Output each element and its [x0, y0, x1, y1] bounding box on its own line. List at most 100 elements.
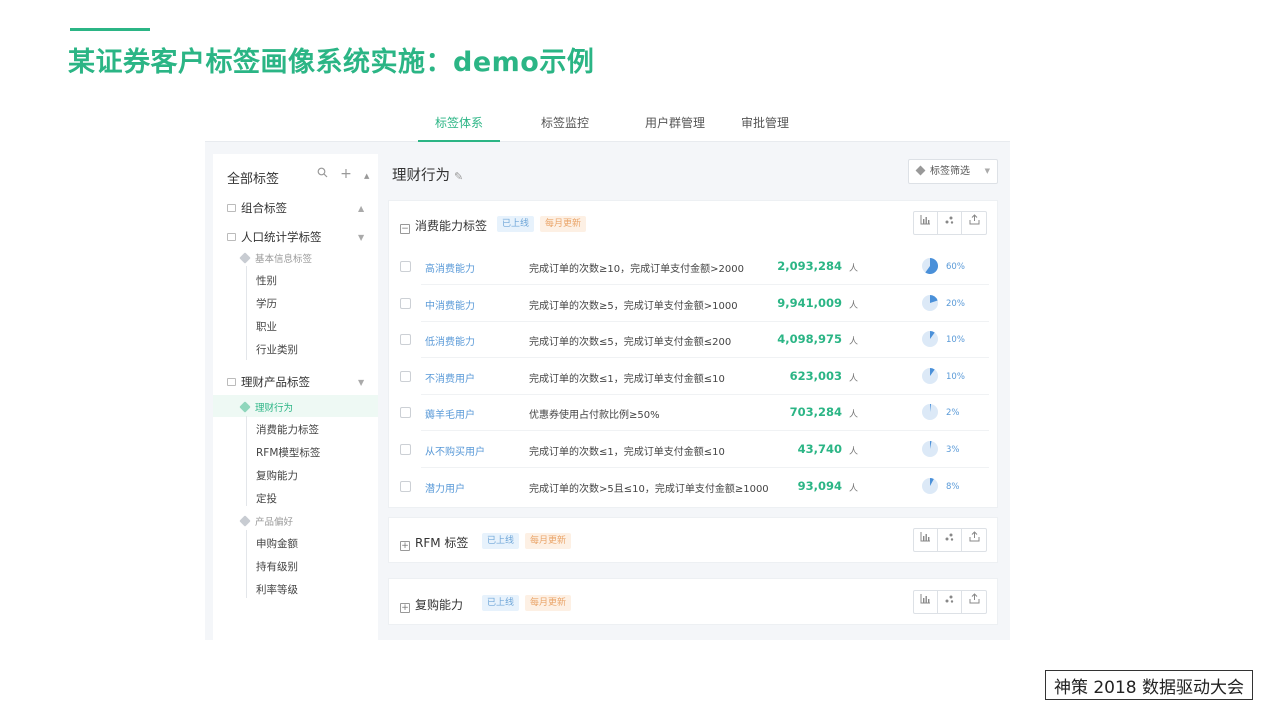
tag-value-row[interactable]: 从不购买用户 完成订单的次数≤1，完成订单支付金额≤10 43,740 人 3% — [389, 432, 999, 468]
export-icon[interactable] — [962, 529, 986, 551]
folder-icon — [227, 204, 236, 212]
user-count-unit: 人 — [849, 300, 859, 311]
collapse-icon[interactable]: − — [400, 224, 410, 234]
sidebar-item-rfm[interactable]: RFM模型标签 — [256, 445, 320, 460]
pie-icon — [922, 441, 938, 461]
tag-value-name[interactable]: 高消费能力 — [425, 260, 475, 275]
user-count: 623,003 — [789, 368, 842, 383]
pencil-icon[interactable]: ✎ — [454, 170, 463, 183]
page-title-text: 理财行为 — [392, 168, 450, 184]
sidebar-item-wealth-behavior[interactable]: 理财行为 — [239, 400, 293, 414]
bar-chart-icon[interactable] — [914, 591, 938, 613]
user-count: 43,740 — [797, 442, 842, 456]
scatter-icon[interactable] — [938, 212, 962, 234]
slide-title: 某证券客户标签画像系统实施：demo示例 — [68, 47, 595, 78]
sidebar-group-wealth-product[interactable]: 理财产品标签 — [227, 374, 310, 390]
user-count: 2,093,284 — [777, 259, 842, 273]
tag-value-row[interactable]: 低消费能力 完成订单的次数≤5，完成订单支付金额≤200 4,098,975 人 10% — [389, 322, 999, 359]
expand-icon[interactable]: + — [400, 541, 410, 551]
tag-filter-button[interactable]: 标签筛选 ▼ — [908, 159, 998, 184]
scatter-icon[interactable] — [938, 591, 962, 613]
card-title[interactable]: + 复购能力 — [400, 596, 463, 613]
pie-icon — [922, 367, 938, 388]
card-actions — [913, 590, 987, 614]
row-checkbox[interactable] — [400, 261, 411, 272]
bar-chart-icon[interactable] — [914, 212, 938, 234]
percentage-label: 2% — [946, 408, 960, 419]
row-checkbox[interactable] — [400, 297, 411, 309]
tag-value-row[interactable]: 薅羊毛用户 优惠券使用占付款比例≥50% 703,284 人 2% — [389, 395, 999, 432]
tag-value-row[interactable]: 中消费能力 完成订单的次数≥5，完成订单支付金额>1000 9,941,009 人 20… — [389, 286, 999, 322]
tab-approval[interactable]: 审批管理 — [730, 106, 800, 142]
percentage-label: 60% — [946, 262, 965, 272]
sidebar-group-label: 组合标签 — [241, 201, 287, 215]
status-badge-online: 已上线 — [482, 595, 520, 611]
tag-value-name[interactable]: 不消费用户 — [425, 370, 475, 385]
tag-value-name[interactable]: 低消费能力 — [425, 333, 475, 348]
tag-icon — [915, 165, 926, 176]
sidebar-item-repurchase[interactable]: 复购能力 — [256, 468, 298, 483]
tag-value-name[interactable]: 潜力用户 — [425, 480, 465, 495]
tag-rule: 完成订单的次数≥5，完成订单支付金额>1000 — [529, 300, 738, 312]
row-checkbox[interactable] — [400, 334, 411, 346]
tab-tag-monitor[interactable]: 标签监控 — [525, 106, 605, 142]
export-icon[interactable] — [962, 591, 986, 613]
card-title-text: 复购能力 — [415, 598, 464, 612]
pie-icon — [922, 477, 938, 498]
tag-value-name[interactable]: 从不购买用户 — [425, 443, 485, 458]
expand-icon[interactable]: + — [400, 603, 410, 613]
tag-value-name[interactable]: 中消费能力 — [425, 297, 475, 312]
sidebar-item-consumption[interactable]: 消费能力标签 — [256, 422, 319, 437]
row-checkbox[interactable] — [400, 370, 411, 382]
folder-icon — [227, 233, 236, 241]
plus-icon[interactable]: + — [340, 167, 352, 181]
user-count: 9,941,009 — [777, 295, 842, 310]
sidebar-item-rate-level[interactable]: 利率等级 — [256, 582, 298, 597]
tag-rule: 完成订单的次数≥10，完成订单支付金额>2000 — [529, 264, 744, 275]
sidebar-item-occupation[interactable]: 职业 — [256, 319, 277, 334]
search-icon[interactable] — [317, 167, 328, 182]
row-checkbox[interactable] — [400, 444, 411, 455]
sidebar-group-demographic[interactable]: 人口统计学标签 — [227, 229, 322, 245]
sidebar-item-purchase-amount[interactable]: 申购金额 — [256, 536, 298, 551]
pie-icon — [922, 331, 938, 351]
card-title[interactable]: + RFM 标签 — [400, 534, 468, 551]
bar-chart-icon[interactable] — [914, 529, 938, 551]
caret-up-icon[interactable]: ▲ — [358, 204, 364, 213]
sidebar-item-holding-level[interactable]: 持有级别 — [256, 559, 298, 574]
scatter-icon[interactable] — [938, 529, 962, 551]
status-badge-monthly: 每月更新 — [525, 595, 572, 611]
export-icon[interactable] — [962, 212, 986, 234]
status-badge-online: 已上线 — [482, 533, 520, 549]
pie-icon — [922, 404, 938, 424]
sidebar-active-highlight — [213, 395, 378, 417]
sidebar-item-education[interactable]: 学历 — [256, 296, 277, 311]
row-checkbox[interactable] — [400, 407, 411, 419]
sidebar-sub-product-pref[interactable]: 产品偏好 — [239, 514, 293, 528]
percentage-label: 3% — [946, 445, 960, 455]
sidebar-group-combo[interactable]: 组合标签 — [227, 200, 287, 216]
tag-value-row[interactable]: 不消费用户 完成订单的次数≤1，完成订单支付金额≤10 623,003 人 10% — [389, 359, 999, 395]
percentage-label: 10% — [946, 371, 965, 382]
caret-up-icon[interactable]: ▲ — [364, 172, 369, 180]
row-checkbox[interactable] — [400, 480, 411, 492]
tag-value-row[interactable]: 高消费能力 完成订单的次数≥10，完成订单支付金额>2000 2,093,284 人 6… — [389, 249, 999, 285]
sidebar-title: 全部标签 — [227, 172, 280, 187]
top-nav: 标签体系 标签监控 用户群管理 审批管理 — [205, 106, 1010, 142]
card-title[interactable]: − 消费能力标签 — [400, 217, 487, 234]
sidebar-item-industry[interactable]: 行业类别 — [256, 342, 298, 357]
sidebar-item-fixed-invest[interactable]: 定投 — [256, 491, 277, 506]
tag-rule: 完成订单的次数≤1，完成订单支付金额≤10 — [529, 447, 725, 458]
percentage-label: 8% — [946, 481, 960, 492]
sidebar-tools: + ▲ — [317, 167, 377, 182]
tab-tag-system[interactable]: 标签体系 — [418, 106, 500, 142]
tag-value-name[interactable]: 薅羊毛用户 — [425, 406, 475, 421]
caret-down-icon[interactable]: ▼ — [358, 233, 364, 242]
sidebar-sub-basic-info[interactable]: 基本信息标签 — [239, 251, 312, 265]
user-count: 93,094 — [797, 478, 842, 493]
tag-rule: 完成订单的次数≤5，完成订单支付金额≤200 — [529, 337, 732, 349]
sidebar-item-gender[interactable]: 性别 — [256, 273, 277, 288]
tab-user-group[interactable]: 用户群管理 — [630, 106, 720, 142]
tag-value-row[interactable]: 潜力用户 完成订单的次数>5且≤10，完成订单支付金额≥1000 93,094 人 8% — [389, 469, 999, 505]
caret-down-icon[interactable]: ▼ — [358, 378, 364, 387]
